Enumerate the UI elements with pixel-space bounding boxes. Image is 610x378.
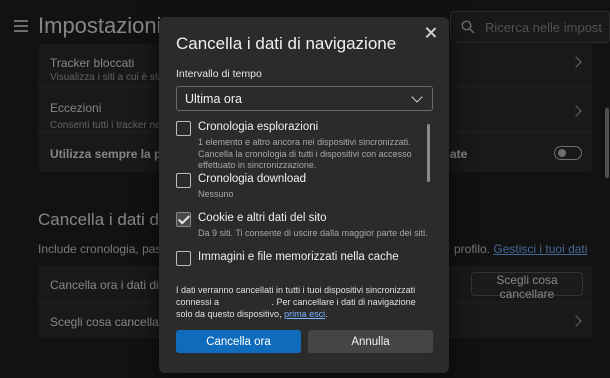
time-range-label: Intervallo di tempo [176, 68, 262, 80]
option-title: Cookie e altri dati del sito [198, 212, 327, 224]
dialog-title: Cancella i dati di navigazione [176, 34, 397, 53]
clear-now-button[interactable]: Cancella ora [176, 330, 301, 353]
browsing-history-checkbox[interactable] [176, 121, 191, 136]
option-title: Immagini e file memorizzati nella cache [198, 251, 399, 263]
download-history-checkbox[interactable] [176, 173, 191, 188]
data-options-list: Cronologia esplorazioni 1 elemento e alt… [176, 121, 436, 271]
option-title: Cronologia esplorazioni [198, 121, 319, 133]
option-description: 1 elemento e altro ancora nei dispositiv… [198, 137, 412, 170]
sign-out-link[interactable]: prima esci [284, 309, 325, 319]
cached-files-checkbox[interactable] [176, 251, 191, 266]
option-title: Cronologia download [198, 173, 307, 185]
time-range-select[interactable]: Ultima ora [176, 86, 433, 111]
cancel-button[interactable]: Annulla [308, 330, 433, 353]
sync-note-end: . [325, 309, 328, 319]
sync-note: I dati verranno cancellati in tutti i tu… [176, 284, 434, 320]
cookies-checkbox[interactable] [176, 212, 191, 227]
clear-browsing-data-dialog: Cancella i dati di navigazione Intervall… [159, 17, 449, 373]
chevron-down-icon [411, 91, 423, 103]
option-description: Nessuno [198, 189, 234, 199]
time-range-value: Ultima ora [185, 91, 242, 106]
close-icon[interactable] [421, 23, 441, 43]
dialog-scrollbar[interactable] [427, 124, 430, 182]
option-description: Da 9 siti. Ti consente di uscire dalla m… [198, 228, 428, 238]
